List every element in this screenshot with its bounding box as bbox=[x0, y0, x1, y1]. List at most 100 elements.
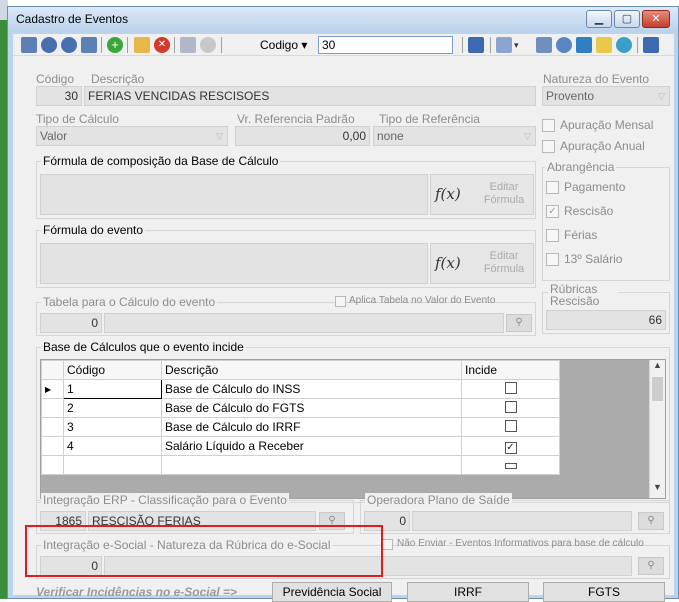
first-record-icon[interactable] bbox=[21, 37, 37, 53]
tabela-calculo-field[interactable]: 0 bbox=[40, 313, 102, 333]
incide-checkbox[interactable] bbox=[504, 400, 517, 413]
next-record-icon[interactable] bbox=[61, 37, 77, 53]
row-indicator bbox=[41, 398, 64, 418]
abrangencia-13-salario-checkbox[interactable] bbox=[546, 253, 559, 266]
delete-icon[interactable]: ✕ bbox=[154, 37, 170, 53]
cell-incide[interactable]: ✓ bbox=[461, 436, 560, 456]
codigo-search-input[interactable]: 30 bbox=[318, 36, 453, 54]
incide-checkbox[interactable] bbox=[504, 381, 517, 394]
title-bar[interactable]: Cadastro de Eventos ▁ ▢ ✕ bbox=[8, 7, 678, 31]
natureza-evento-value: Provento bbox=[546, 89, 595, 103]
table-row[interactable]: 2 Base de Cálculo do FGTS bbox=[41, 398, 560, 418]
base-calculos-grid[interactable]: Código Descrição Incide ▶ 1 Base de Cálc… bbox=[40, 359, 666, 499]
minimize-button[interactable]: ▁ bbox=[586, 10, 612, 28]
vr-referencia-field[interactable]: 0,00 bbox=[235, 126, 370, 146]
incide-checkbox-checked[interactable]: ✓ bbox=[504, 441, 517, 454]
search-lookup-icon[interactable]: ⚲ bbox=[319, 512, 345, 530]
scroll-up-icon[interactable]: ▲ bbox=[650, 360, 665, 375]
current-row-indicator-icon: ▶ bbox=[41, 379, 64, 399]
tipo-calculo-select[interactable]: Valor ▽ bbox=[36, 126, 228, 146]
cell-descricao[interactable]: Salário Líquido a Receber bbox=[161, 436, 462, 456]
chevron-down-icon[interactable]: ▾ bbox=[514, 37, 524, 53]
cell-descricao[interactable] bbox=[161, 455, 462, 475]
codigo-field[interactable]: 30 bbox=[36, 86, 82, 106]
abrangencia-rescisao-checkbox[interactable]: ✓ bbox=[546, 205, 559, 218]
apuracao-mensal-checkbox[interactable] bbox=[542, 119, 555, 132]
search-lookup-icon[interactable]: ⚲ bbox=[638, 512, 664, 530]
scroll-thumb[interactable] bbox=[652, 377, 663, 401]
maximize-button[interactable]: ▢ bbox=[614, 10, 640, 28]
apuracao-anual-checkbox[interactable] bbox=[542, 140, 555, 153]
cell-descricao[interactable]: Base de Cálculo do INSS bbox=[161, 379, 462, 399]
filter-icon[interactable] bbox=[596, 37, 612, 53]
abrangencia-ferias-checkbox[interactable] bbox=[546, 229, 559, 242]
add-icon[interactable]: + bbox=[107, 37, 123, 53]
grid-vertical-scrollbar[interactable]: ▲ ▼ bbox=[649, 360, 665, 498]
search-lookup-icon[interactable]: ⚲ bbox=[506, 314, 532, 332]
editar-formula-base-button[interactable]: f(x) Editar Fórmula bbox=[430, 174, 534, 215]
cell-incide[interactable] bbox=[461, 455, 560, 475]
cell-codigo[interactable]: 2 bbox=[63, 398, 162, 418]
nao-enviar-label: Não Enviar - Eventos Informativos para b… bbox=[397, 538, 644, 549]
previdencia-social-button[interactable]: Previdência Social bbox=[272, 582, 392, 602]
integracao-erp-code[interactable]: 1865 bbox=[40, 511, 86, 531]
print-icon[interactable] bbox=[536, 37, 552, 53]
save-icon[interactable] bbox=[180, 37, 196, 53]
incide-checkbox[interactable] bbox=[504, 419, 517, 432]
close-button[interactable]: ✕ bbox=[642, 10, 670, 28]
undo-icon[interactable] bbox=[200, 37, 216, 53]
abrangencia-pagamento-checkbox[interactable] bbox=[546, 181, 559, 194]
cell-codigo[interactable]: 1 bbox=[63, 379, 162, 399]
col-incide-header[interactable]: Incide bbox=[461, 360, 560, 380]
search-grid-icon[interactable] bbox=[468, 37, 484, 53]
operadora-field[interactable]: 0 bbox=[364, 511, 410, 531]
base-calculos-title: Base de Cálculos que o evento incide bbox=[41, 340, 246, 354]
refresh-icon[interactable] bbox=[576, 37, 592, 53]
cell-incide[interactable] bbox=[461, 417, 560, 437]
table-row[interactable]: 3 Base de Cálculo do IRRF bbox=[41, 417, 560, 437]
table-row[interactable]: 4 Salário Líquido a Receber ✓ bbox=[41, 436, 560, 456]
cell-descricao[interactable]: Base de Cálculo do FGTS bbox=[161, 398, 462, 418]
incide-checkbox[interactable] bbox=[504, 463, 517, 469]
toolbar: + ✕ Codigo ▾ 30 ▾ bbox=[13, 34, 674, 56]
search-lookup-icon[interactable]: ⚲ bbox=[638, 557, 664, 575]
cell-codigo[interactable]: 3 bbox=[63, 417, 162, 437]
exit-icon[interactable] bbox=[643, 37, 659, 53]
previous-record-icon[interactable] bbox=[41, 37, 57, 53]
descricao-field[interactable]: FERIAS VENCIDAS RESCISOES bbox=[84, 86, 536, 106]
table-row[interactable] bbox=[41, 455, 560, 475]
editar-formula-evento-button[interactable]: f(x) Editar Fórmula bbox=[430, 243, 534, 284]
toolbar-separator bbox=[174, 37, 175, 53]
cell-codigo[interactable]: 4 bbox=[63, 436, 162, 456]
esocial-field[interactable]: 0 bbox=[40, 556, 102, 576]
fgts-button[interactable]: FGTS bbox=[543, 582, 665, 602]
aplica-tabela-checkbox[interactable] bbox=[335, 296, 346, 307]
cell-incide[interactable] bbox=[461, 398, 560, 418]
irrf-button[interactable]: IRRF bbox=[407, 582, 529, 602]
formula-base-title: Fórmula de composição da Base de Cálculo bbox=[41, 154, 281, 168]
table-row[interactable]: ▶ 1 Base de Cálculo do INSS bbox=[41, 379, 560, 399]
zoom-icon[interactable] bbox=[556, 37, 572, 53]
tipo-referencia-select[interactable]: none ▽ bbox=[373, 126, 536, 146]
chevron-down-icon: ▽ bbox=[658, 91, 665, 101]
natureza-evento-select[interactable]: Provento ▽ bbox=[542, 86, 670, 106]
help-icon[interactable] bbox=[616, 37, 632, 53]
codigo-search-label[interactable]: Codigo ▾ bbox=[260, 38, 307, 52]
col-codigo-header[interactable]: Código bbox=[63, 360, 162, 380]
row-indicator bbox=[41, 436, 64, 456]
last-record-icon[interactable] bbox=[81, 37, 97, 53]
edit-icon[interactable] bbox=[134, 37, 150, 53]
cell-incide[interactable] bbox=[461, 379, 560, 399]
editar-formula-label: Editar Fórmula bbox=[483, 250, 525, 275]
nao-enviar-checkbox[interactable] bbox=[382, 539, 393, 550]
col-descricao-header[interactable]: Descrição bbox=[161, 360, 462, 380]
scroll-down-icon[interactable]: ▼ bbox=[650, 482, 665, 497]
operadora-descricao bbox=[412, 511, 632, 531]
formula-base-field[interactable] bbox=[40, 174, 428, 215]
codigo-label: Código bbox=[36, 72, 75, 86]
formula-evento-field[interactable] bbox=[40, 243, 428, 284]
cell-descricao[interactable]: Base de Cálculo do IRRF bbox=[161, 417, 462, 437]
cell-codigo[interactable] bbox=[63, 455, 162, 475]
toolbar-separator bbox=[462, 37, 463, 53]
report-icon[interactable] bbox=[496, 37, 512, 53]
